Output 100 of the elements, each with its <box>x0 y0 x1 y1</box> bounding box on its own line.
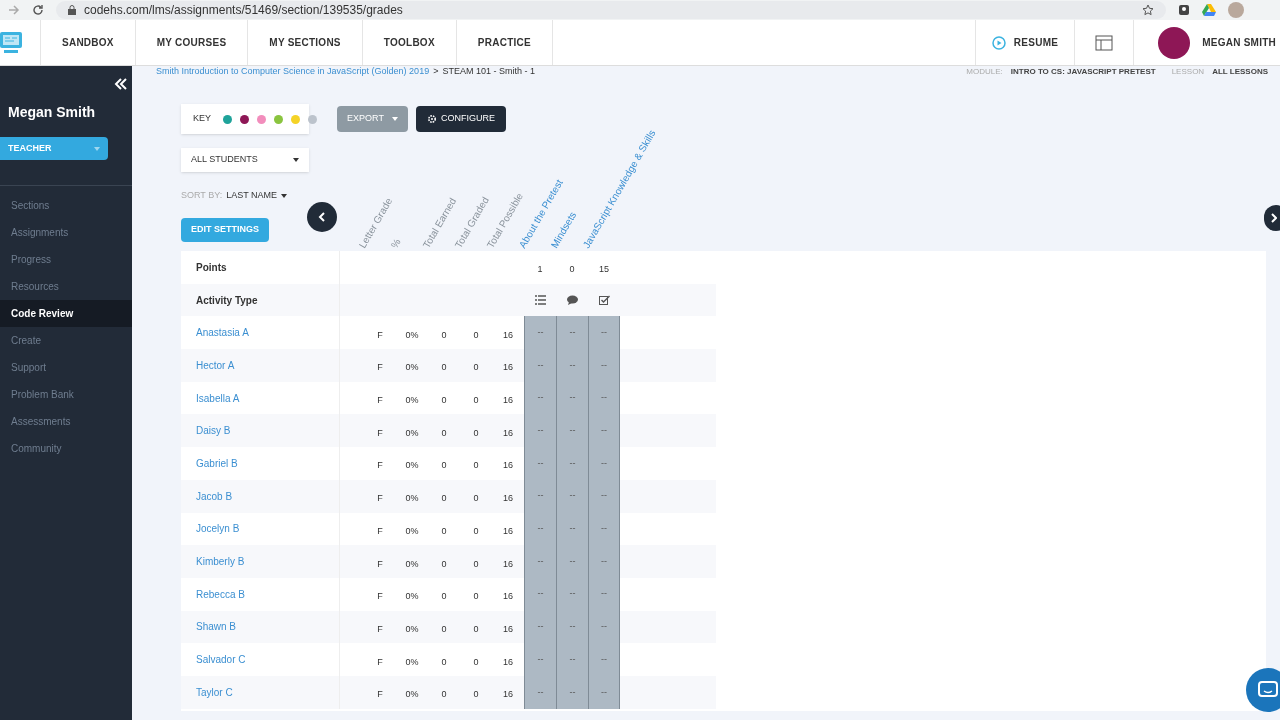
sidebar-item[interactable]: Progress <box>0 246 132 273</box>
score-cell[interactable]: -- <box>588 479 620 513</box>
score-cell[interactable]: -- <box>524 316 556 350</box>
student-link[interactable]: Rebecca B <box>196 586 245 602</box>
student-link[interactable]: Jacob B <box>196 488 233 504</box>
score-cell[interactable]: -- <box>556 479 588 513</box>
nav-link[interactable]: SANDBOX <box>41 20 136 65</box>
export-button[interactable]: EXPORT <box>337 106 408 132</box>
caret-icon <box>281 193 288 198</box>
row-label: Activity Type <box>196 293 258 308</box>
score-cell[interactable]: -- <box>588 316 620 350</box>
table-cell: 0 <box>441 493 447 504</box>
table-cell: F <box>377 689 383 700</box>
score-cell[interactable]: -- <box>524 610 556 644</box>
module-dropdown[interactable]: INTRO TO CS: JAVASCRIPT PRETEST <box>1010 66 1156 78</box>
nav-link[interactable]: TOOLBOX <box>362 20 457 65</box>
configure-button[interactable]: CONFIGURE <box>416 106 506 132</box>
student-link[interactable]: Anastasia A <box>196 325 249 341</box>
student-link[interactable]: Daisy B <box>196 423 231 439</box>
score-cell[interactable]: -- <box>524 545 556 578</box>
score-cell[interactable]: -- <box>524 512 556 546</box>
student-filter-dropdown[interactable]: ALL STUDENTS <box>181 148 309 172</box>
score-cell[interactable]: -- <box>588 414 620 448</box>
table-cell: 16 <box>503 558 513 569</box>
student-link[interactable]: Salvador C <box>196 652 246 668</box>
score-cell[interactable]: -- <box>524 447 556 480</box>
sidebar-item[interactable]: Assessments <box>0 408 132 435</box>
score-cell[interactable]: -- <box>524 675 556 709</box>
score-cell[interactable]: -- <box>588 381 620 415</box>
table-cell: 0% <box>405 689 419 700</box>
student-link[interactable]: Isabella A <box>196 390 240 406</box>
sidebar-item[interactable]: Assignments <box>0 219 132 246</box>
role-dropdown[interactable]: TEACHER <box>0 137 108 160</box>
score-cell[interactable]: -- <box>588 610 620 644</box>
score-cell[interactable]: -- <box>556 610 588 644</box>
sidebar-item[interactable]: Code Review <box>0 300 132 327</box>
score-cell[interactable]: -- <box>588 447 620 480</box>
table-cell: 0 <box>473 591 479 602</box>
student-link[interactable]: Kimberly B <box>196 554 245 570</box>
score-cell[interactable]: -- <box>556 381 588 415</box>
edit-settings-button[interactable]: EDIT SETTINGS <box>181 217 269 242</box>
score-cell[interactable]: -- <box>556 577 588 611</box>
table-cell: 0 <box>473 427 479 438</box>
breadcrumb-link[interactable]: Smith Introduction to Computer Science in JavaScript (Golden) 2019 <box>156 65 430 79</box>
sort-dropdown[interactable]: LAST NAME <box>226 189 288 203</box>
triangle-icon[interactable] <box>1202 4 1216 16</box>
user-avatar[interactable] <box>1158 26 1191 59</box>
student-link[interactable]: Hector A <box>196 357 235 373</box>
lesson-label: LESSON <box>1171 66 1205 78</box>
previous-button[interactable] <box>307 202 337 232</box>
user-name[interactable]: MEGAN SMITH <box>1202 35 1276 50</box>
score-cell[interactable]: -- <box>524 479 556 513</box>
student-link[interactable]: Gabriel B <box>196 455 238 471</box>
sidebar-item[interactable]: Resources <box>0 273 132 300</box>
student-link[interactable]: Taylor C <box>196 684 233 700</box>
nav-link[interactable]: MY SECTIONS <box>248 20 363 65</box>
extension-icon[interactable] <box>1178 4 1190 16</box>
score-cell[interactable]: -- <box>524 643 556 676</box>
reload-icon[interactable] <box>32 4 44 16</box>
score-cell[interactable]: -- <box>556 447 588 480</box>
window-icon[interactable] <box>1095 34 1114 51</box>
table-cell: 0% <box>405 427 419 438</box>
sidebar-item[interactable]: Sections <box>0 192 132 219</box>
score-cell[interactable]: -- <box>556 414 588 448</box>
sidebar-item[interactable]: Create <box>0 327 132 354</box>
score-cell[interactable]: -- <box>588 643 620 676</box>
score-cell[interactable]: -- <box>556 545 588 578</box>
resume-button[interactable]: RESUME <box>974 20 1075 65</box>
student-link[interactable]: Jocelyn B <box>196 521 240 537</box>
nav-link[interactable]: PRACTICE <box>456 20 553 65</box>
score-cell[interactable]: -- <box>588 545 620 578</box>
sidebar-item[interactable]: Support <box>0 354 132 381</box>
table-cell: 16 <box>503 395 513 406</box>
score-cell[interactable]: -- <box>524 414 556 448</box>
score-cell[interactable]: -- <box>588 577 620 611</box>
score-cell[interactable]: -- <box>556 349 588 382</box>
table-cell: 0% <box>405 460 419 471</box>
score-cell[interactable]: -- <box>524 577 556 611</box>
score-cell[interactable]: -- <box>556 643 588 676</box>
score-cell[interactable]: -- <box>588 675 620 709</box>
score-cell[interactable]: -- <box>556 316 588 350</box>
student-link[interactable]: Shawn B <box>196 619 237 635</box>
sidebar-item[interactable]: Problem Bank <box>0 381 132 408</box>
score-cell[interactable]: -- <box>556 512 588 546</box>
star-icon[interactable] <box>1142 4 1154 16</box>
checkbox-icon <box>598 295 610 306</box>
points-value: 15 <box>599 264 609 275</box>
speech-bubble-icon <box>566 295 578 306</box>
score-cell[interactable]: -- <box>524 349 556 382</box>
sidebar-item[interactable]: Community <box>0 435 132 462</box>
score-cell[interactable]: -- <box>524 381 556 415</box>
score-cell[interactable]: -- <box>588 512 620 546</box>
collapse-icon[interactable] <box>114 78 128 90</box>
score-cell[interactable]: -- <box>556 675 588 709</box>
breadcrumb-separator: > <box>433 65 439 79</box>
lesson-dropdown[interactable]: ALL LESSONS <box>1212 66 1268 78</box>
nav-link[interactable]: MY COURSES <box>135 20 249 65</box>
caret-icon <box>94 146 100 151</box>
score-cell[interactable]: -- <box>588 349 620 382</box>
address-bar[interactable]: codehs.com/lms/assignments/51469/section/139535/grades <box>56 1 1166 19</box>
